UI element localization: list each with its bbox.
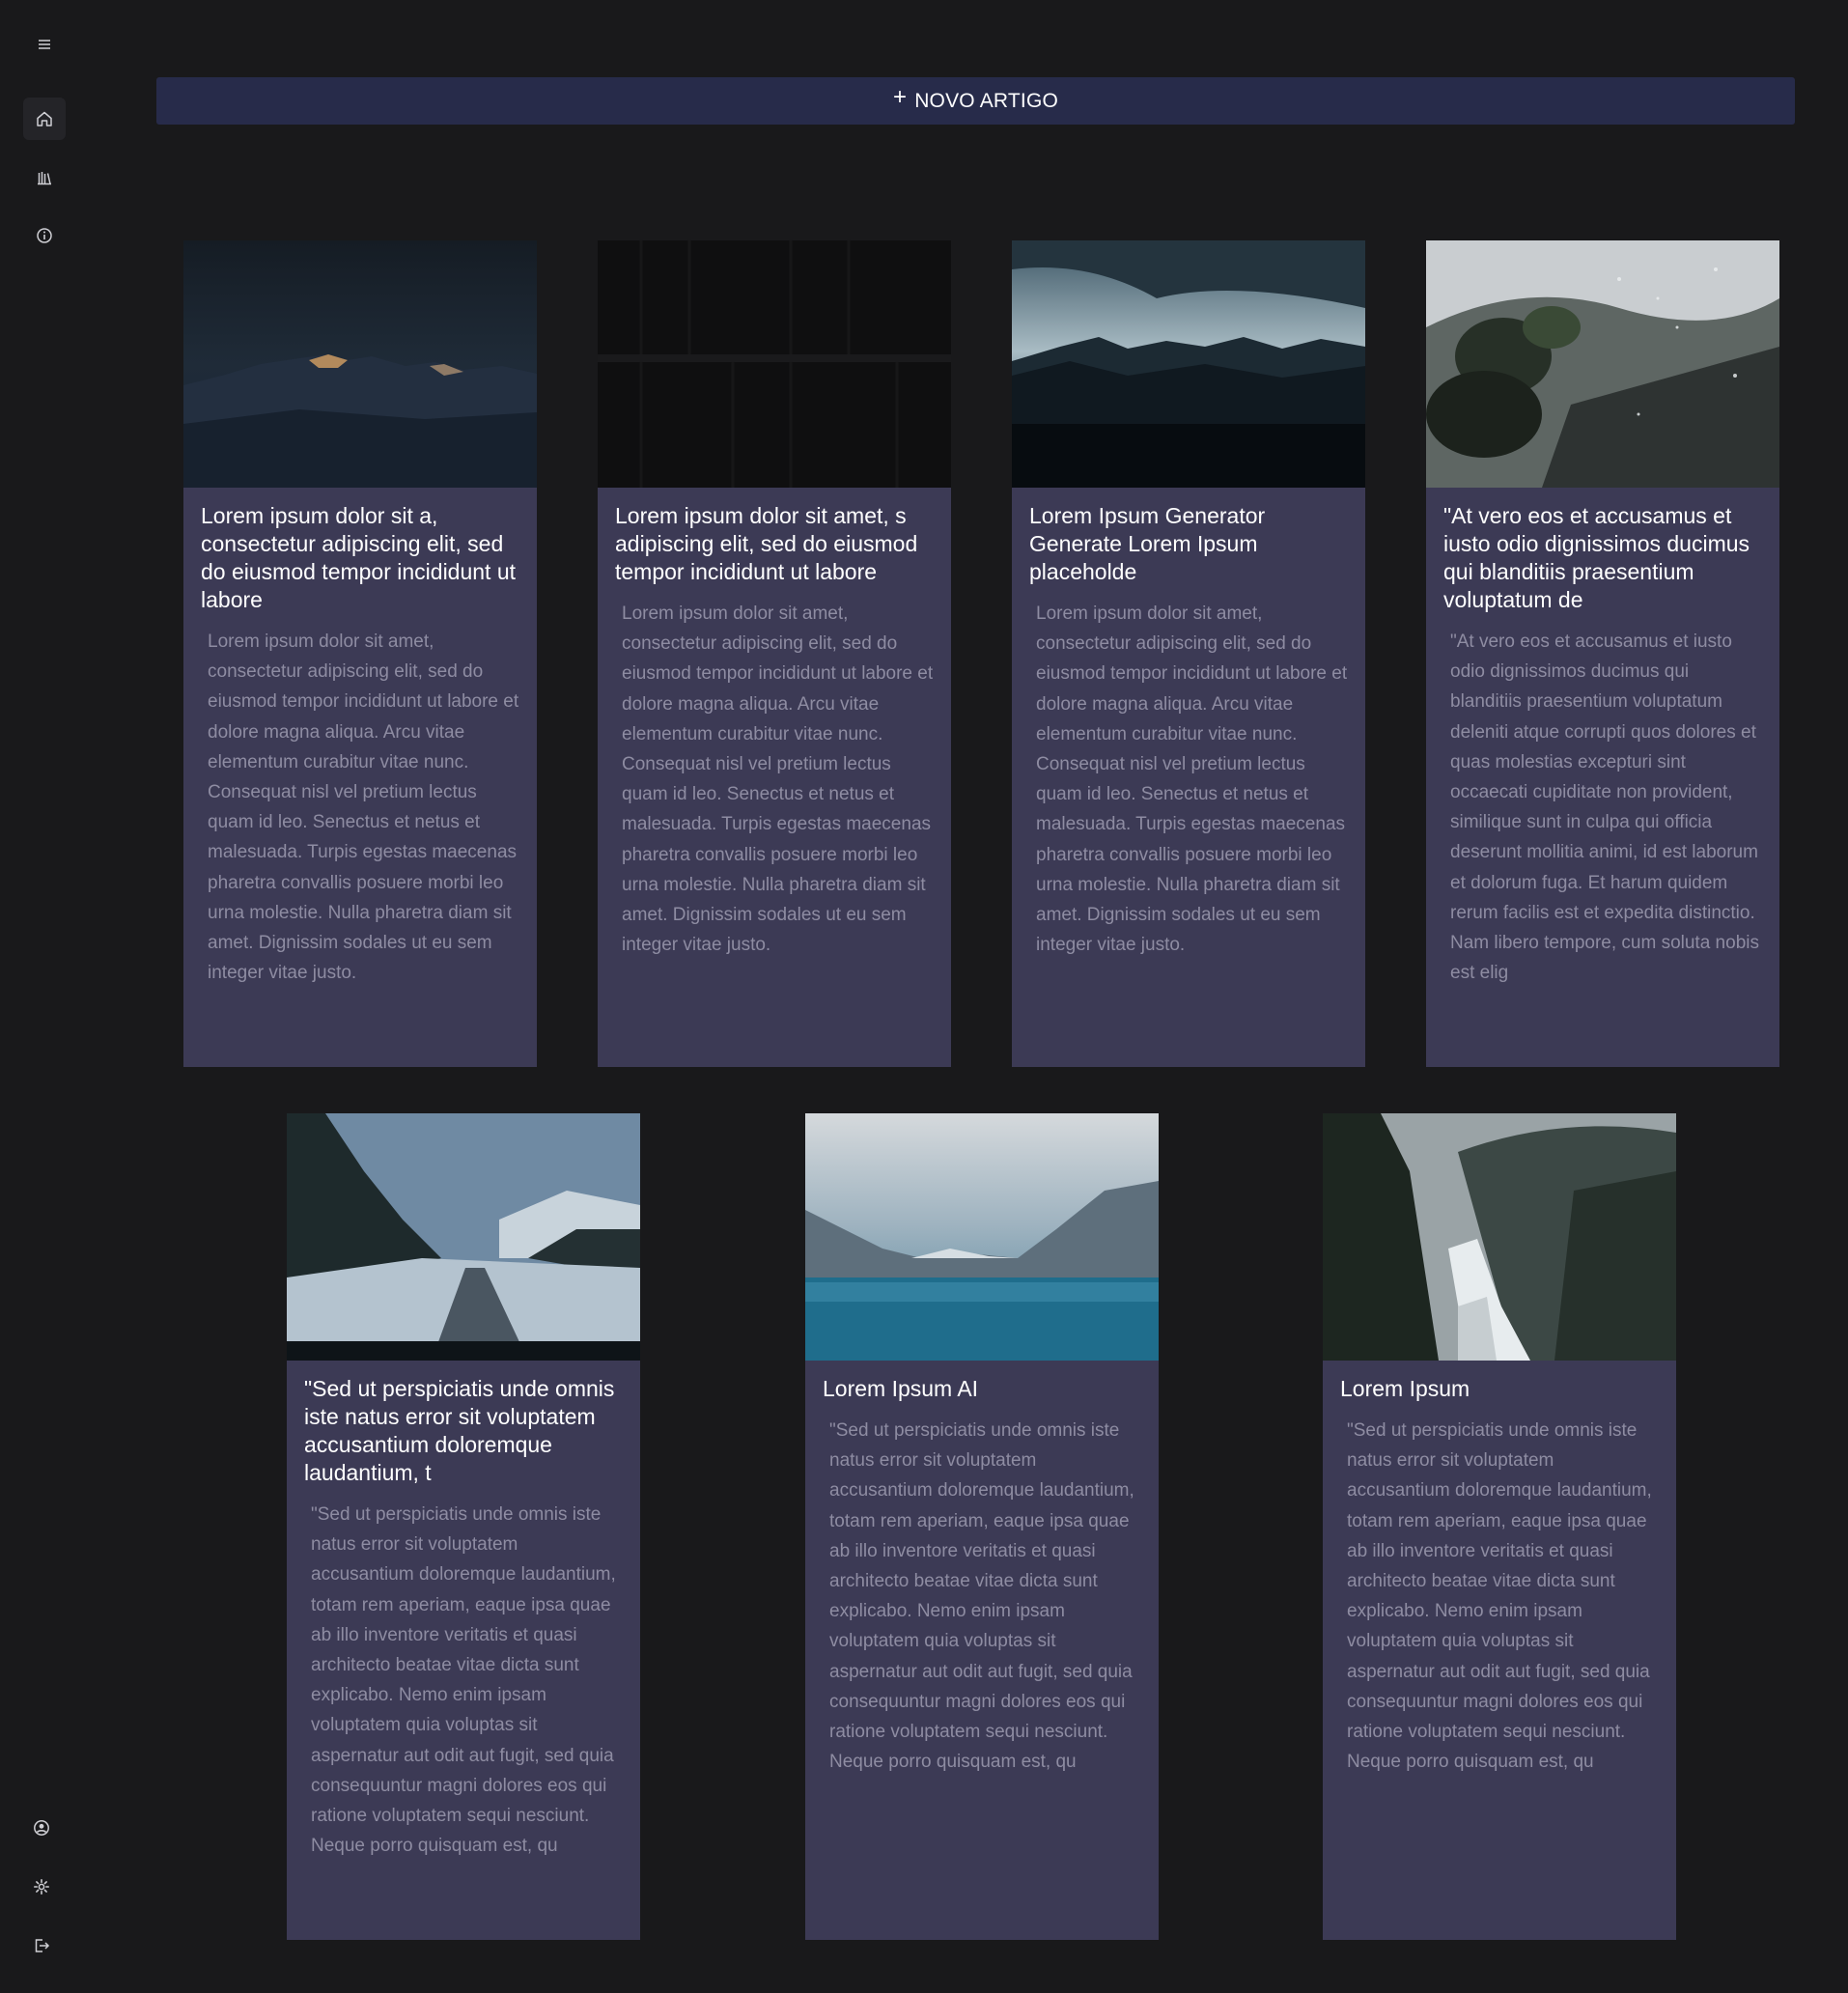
info-icon (37, 228, 52, 243)
article-card[interactable]: Lorem Ipsum "Sed ut perspiciatis unde om… (1323, 1113, 1676, 1940)
card-body: Lorem ipsum dolor sit amet, consectetur … (622, 604, 934, 956)
account-button[interactable] (20, 1807, 63, 1849)
card-body: "Sed ut perspiciatis unde omnis iste nat… (311, 1504, 616, 1857)
card-image (1323, 1113, 1676, 1361)
card-body: Lorem ipsum dolor sit amet, consectetur … (1036, 604, 1348, 956)
article-card[interactable]: Lorem ipsum dolor sit a, consectetur adi… (183, 240, 537, 1067)
article-card[interactable]: Lorem Ipsum Generator Generate Lorem Ips… (1012, 240, 1365, 1067)
article-card[interactable]: Lorem ipsum dolor sit amet, s adipiscing… (598, 240, 951, 1067)
home-icon (37, 111, 52, 126)
card-body: "At vero eos et accusamus et iusto odio … (1450, 632, 1759, 984)
card-image (287, 1113, 640, 1361)
nav-home-button[interactable] (23, 98, 66, 140)
card-image (183, 240, 537, 488)
card-body: "Sed ut perspiciatis unde omnis iste nat… (829, 1420, 1134, 1773)
new-article-label: NOVO ARTIGO (914, 89, 1059, 112)
card-title: Lorem Ipsum Generator Generate Lorem Ips… (1029, 503, 1266, 584)
menu-icon (39, 40, 50, 49)
library-icon (38, 172, 51, 185)
settings-button[interactable] (20, 1866, 63, 1908)
card-title: Lorem Ipsum AI (823, 1376, 979, 1401)
article-card[interactable]: "At vero eos et accusamus et iusto odio … (1426, 240, 1779, 1067)
card-title: "At vero eos et accusamus et iusto odio … (1443, 503, 1750, 612)
new-article-button[interactable]: + NOVO ARTIGO (156, 77, 1795, 125)
article-card[interactable]: Lorem Ipsum AI "Sed ut perspiciatis unde… (805, 1113, 1159, 1940)
card-image (805, 1113, 1159, 1361)
settings-icon (34, 1879, 49, 1895)
card-image (1012, 240, 1365, 488)
card-title: Lorem ipsum dolor sit amet, s adipiscing… (615, 503, 918, 584)
account-icon (34, 1820, 49, 1836)
article-card[interactable]: "Sed ut perspiciatis unde omnis iste nat… (287, 1113, 640, 1940)
card-body: "Sed ut perspiciatis unde omnis iste nat… (1347, 1420, 1652, 1773)
logout-button[interactable] (20, 1924, 63, 1967)
card-title: "Sed ut perspiciatis unde omnis iste nat… (304, 1376, 615, 1485)
logout-icon (35, 1939, 50, 1952)
card-title: Lorem ipsum dolor sit a, consectetur adi… (201, 503, 517, 612)
nav-library-button[interactable] (23, 156, 66, 199)
sidebar (0, 0, 89, 1993)
plus-icon: + (892, 83, 908, 110)
card-body: Lorem ipsum dolor sit amet, consectetur … (208, 632, 519, 984)
menu-button[interactable] (23, 23, 66, 66)
card-image (1426, 240, 1779, 488)
card-title: Lorem Ipsum (1340, 1376, 1470, 1401)
nav-info-button[interactable] (23, 214, 66, 257)
card-image (598, 240, 951, 488)
